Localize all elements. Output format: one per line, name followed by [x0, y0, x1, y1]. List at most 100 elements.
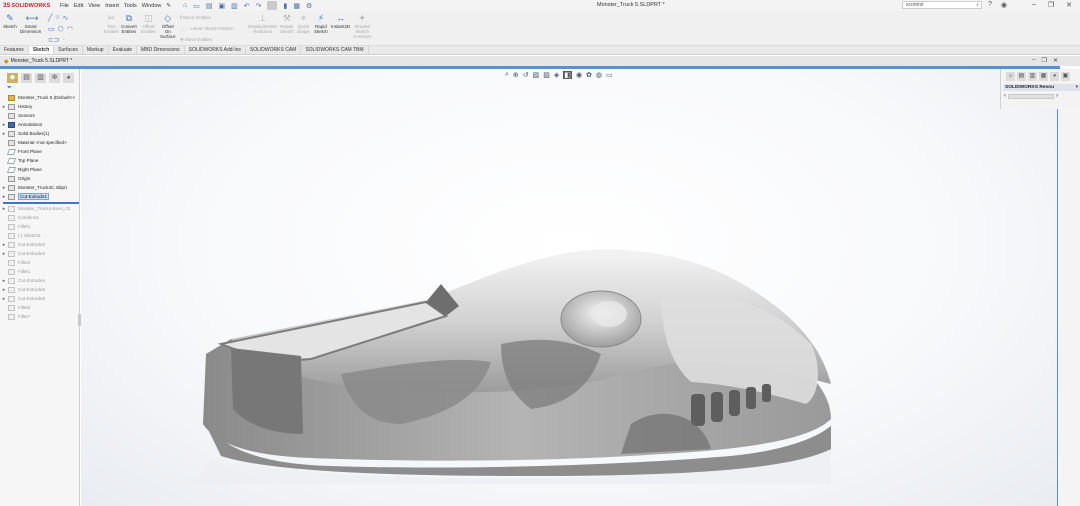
quick-snaps-button[interactable]: ⌖ Quick Snaps	[297, 13, 310, 34]
minimize-icon[interactable]: –	[1032, 1, 1036, 9]
tab-features[interactable]: Features	[0, 46, 29, 54]
tree-item[interactable]: ▸ History	[0, 102, 79, 111]
tree-item[interactable]: Fillet4	[0, 258, 79, 267]
doc-restore-icon[interactable]: ❐	[1042, 57, 1047, 64]
options-gear-icon[interactable]: ⚙	[306, 2, 312, 10]
tree-item[interactable]: Combine1	[0, 213, 79, 222]
tree-item[interactable]: ▸ Cut-Extrude5	[0, 285, 79, 294]
expand-arrow-icon[interactable]: ▸	[0, 287, 8, 293]
instant2d-button[interactable]: ↔ Instant2D	[331, 13, 350, 29]
sketch-button[interactable]: ✎ Sketch	[3, 13, 17, 29]
tree-item[interactable]: Sensors	[0, 111, 79, 120]
file-explorer-icon[interactable]: ▥	[1028, 72, 1037, 81]
point-icon[interactable]: ·	[63, 36, 65, 44]
restore-icon[interactable]: ❐	[1048, 1, 1054, 9]
tab-mbd-dimensions[interactable]: MBD Dimensions	[137, 46, 185, 54]
search-icon[interactable]: ⌕	[976, 2, 979, 8]
filter-icon[interactable]: ⏷	[0, 85, 79, 93]
expand-arrow-icon[interactable]: ▸	[0, 131, 8, 137]
tree-item[interactable]: ▸ Cut-Extrude6	[0, 294, 79, 303]
open-icon[interactable]: ▤	[206, 2, 213, 10]
tab-sketch[interactable]: Sketch	[28, 46, 55, 54]
redo-icon[interactable]: ↷	[256, 2, 262, 10]
menu-window[interactable]: Window	[142, 3, 162, 9]
edit-appearance-icon[interactable]: ✿	[586, 71, 592, 79]
shaded-sketch-contours-button[interactable]: ✦ Shaded Sketch Contours	[353, 13, 371, 39]
tab-solidworks-cam[interactable]: SOLIDWORKS CAM	[246, 46, 302, 54]
file-properties-icon[interactable]: ▦	[293, 2, 300, 10]
tree-item[interactable]: Front Plane	[0, 147, 79, 156]
new-document-icon[interactable]: ▭	[193, 2, 200, 10]
trim-entities-button[interactable]: ✂ Trim Entities	[104, 13, 119, 34]
home-icon[interactable]: ⌂	[183, 2, 187, 9]
property-manager-tab-icon[interactable]: ▤	[21, 73, 32, 83]
tree-root[interactable]: Monster_Truck 5 (Default<<	[0, 93, 79, 102]
expand-arrow-icon[interactable]: ▸	[0, 278, 8, 284]
display-delete-relations-button[interactable]: ⊥ Display/Delete Relations	[248, 13, 277, 34]
save-icon[interactable]: ▣	[218, 2, 225, 10]
tree-item[interactable]: Top Plane	[0, 156, 79, 165]
design-library-icon[interactable]: ▤	[1017, 72, 1026, 81]
tab-surfaces[interactable]: Surfaces	[54, 46, 83, 54]
expand-arrow-icon[interactable]: ▸	[0, 122, 8, 128]
spline-icon[interactable]: ∿	[62, 14, 68, 22]
convert-entities-button[interactable]: ⧉ Convert Entities	[121, 13, 137, 34]
select-icon[interactable]	[267, 1, 278, 10]
pin-icon[interactable]: ✎	[166, 3, 171, 9]
close-icon[interactable]: ✕	[1066, 1, 1072, 9]
graphics-area[interactable]: ⌕ ⊕ ↺ ▧ ▨ ◈ ◧ ◉ ✿ ◍ ▭	[81, 69, 1058, 506]
menu-file[interactable]: File	[60, 3, 69, 9]
doc-close-icon[interactable]: ✕	[1053, 57, 1058, 64]
zoom-to-area-icon[interactable]: ⊕	[513, 71, 519, 79]
rollback-bar-line[interactable]	[3, 201, 79, 204]
monster-truck-body-model[interactable]	[191, 244, 831, 484]
move-entities-button[interactable]: ✥ Move Entities	[180, 37, 212, 43]
dimxpert-tab-icon[interactable]: ⊕	[49, 73, 60, 83]
menu-view[interactable]: View	[88, 3, 100, 9]
menu-edit[interactable]: Edit	[74, 3, 83, 9]
panel-close-icon[interactable]: ▾	[1076, 85, 1078, 90]
section-view-icon[interactable]: ▧	[533, 71, 540, 79]
tree-item[interactable]: Origin	[0, 174, 79, 183]
dynamic-annotation-icon[interactable]: ▨	[543, 71, 550, 79]
help-icon[interactable]: ?	[988, 1, 992, 9]
menu-insert[interactable]: Insert	[105, 3, 119, 9]
search-box[interactable]: xcontrol ⌕	[902, 1, 982, 9]
view-orientation-icon[interactable]: ◈	[554, 71, 559, 79]
tab-evaluate[interactable]: Evaluate	[109, 46, 138, 54]
display-manager-tab-icon[interactable]: ◕	[63, 73, 74, 83]
tree-item[interactable]: Fillet1	[0, 222, 79, 231]
previous-view-icon[interactable]: ↺	[523, 71, 529, 79]
rebuild-icon[interactable]: ▮	[283, 2, 287, 10]
tree-item[interactable]: ▸ Solid Bodies(1)	[0, 129, 79, 138]
search-input[interactable]: xcontrol	[906, 2, 924, 8]
expand-arrow-icon[interactable]: ▸	[0, 296, 8, 302]
appearances-icon[interactable]: ◕	[1050, 72, 1059, 81]
smart-dimension-button[interactable]: ⟷ Smart Dimension	[20, 13, 41, 34]
configuration-manager-tab-icon[interactable]: ▥	[35, 73, 46, 83]
expand-arrow-icon[interactable]: ▸	[0, 251, 8, 257]
arc-icon[interactable]: ◠	[67, 25, 73, 33]
offset-on-surface-button[interactable]: ◇ Offset On Surface	[160, 13, 176, 39]
slot-icon[interactable]: ⊂⊃	[48, 36, 60, 44]
offset-entities-button[interactable]: ◫ Offset Entities	[141, 13, 156, 34]
tree-item[interactable]: ▸ Cut-Extrude4	[0, 276, 79, 285]
tree-item[interactable]: ▸ Monster_Truck4-Boss_Ot	[0, 204, 79, 213]
expand-arrow-icon[interactable]: ▸	[0, 185, 8, 191]
back-arrow-icon[interactable]: ‹	[1004, 93, 1006, 99]
zoom-to-fit-icon[interactable]: ⌕	[505, 71, 509, 79]
tab-markup[interactable]: Markup	[83, 46, 109, 54]
tree-item[interactable]: ▸ Annotations	[0, 120, 79, 129]
mirror-entities-button[interactable]: ⫴ Mirror Entities	[180, 15, 211, 20]
linear-pattern-button[interactable]: ⋮⋮ Linear Sketch Pattern	[180, 26, 234, 32]
resources-scroll-bar[interactable]	[1008, 93, 1054, 99]
hide-show-items-icon[interactable]: ◉	[576, 71, 582, 79]
line-icon[interactable]: ╱	[48, 14, 52, 22]
custom-properties-icon[interactable]: ▣	[1061, 72, 1070, 81]
undo-icon[interactable]: ↶	[244, 2, 250, 10]
feature-tree-tab-icon[interactable]: ◆	[7, 73, 18, 83]
view-settings-icon[interactable]: ▭	[606, 71, 613, 79]
tab-solidworks-cam-tbm[interactable]: SOLIDWORKS CAM TBM	[301, 46, 369, 54]
tree-item[interactable]: Fillet5	[0, 303, 79, 312]
tree-item[interactable]: ▸ Cut-Extrude1	[0, 192, 79, 201]
